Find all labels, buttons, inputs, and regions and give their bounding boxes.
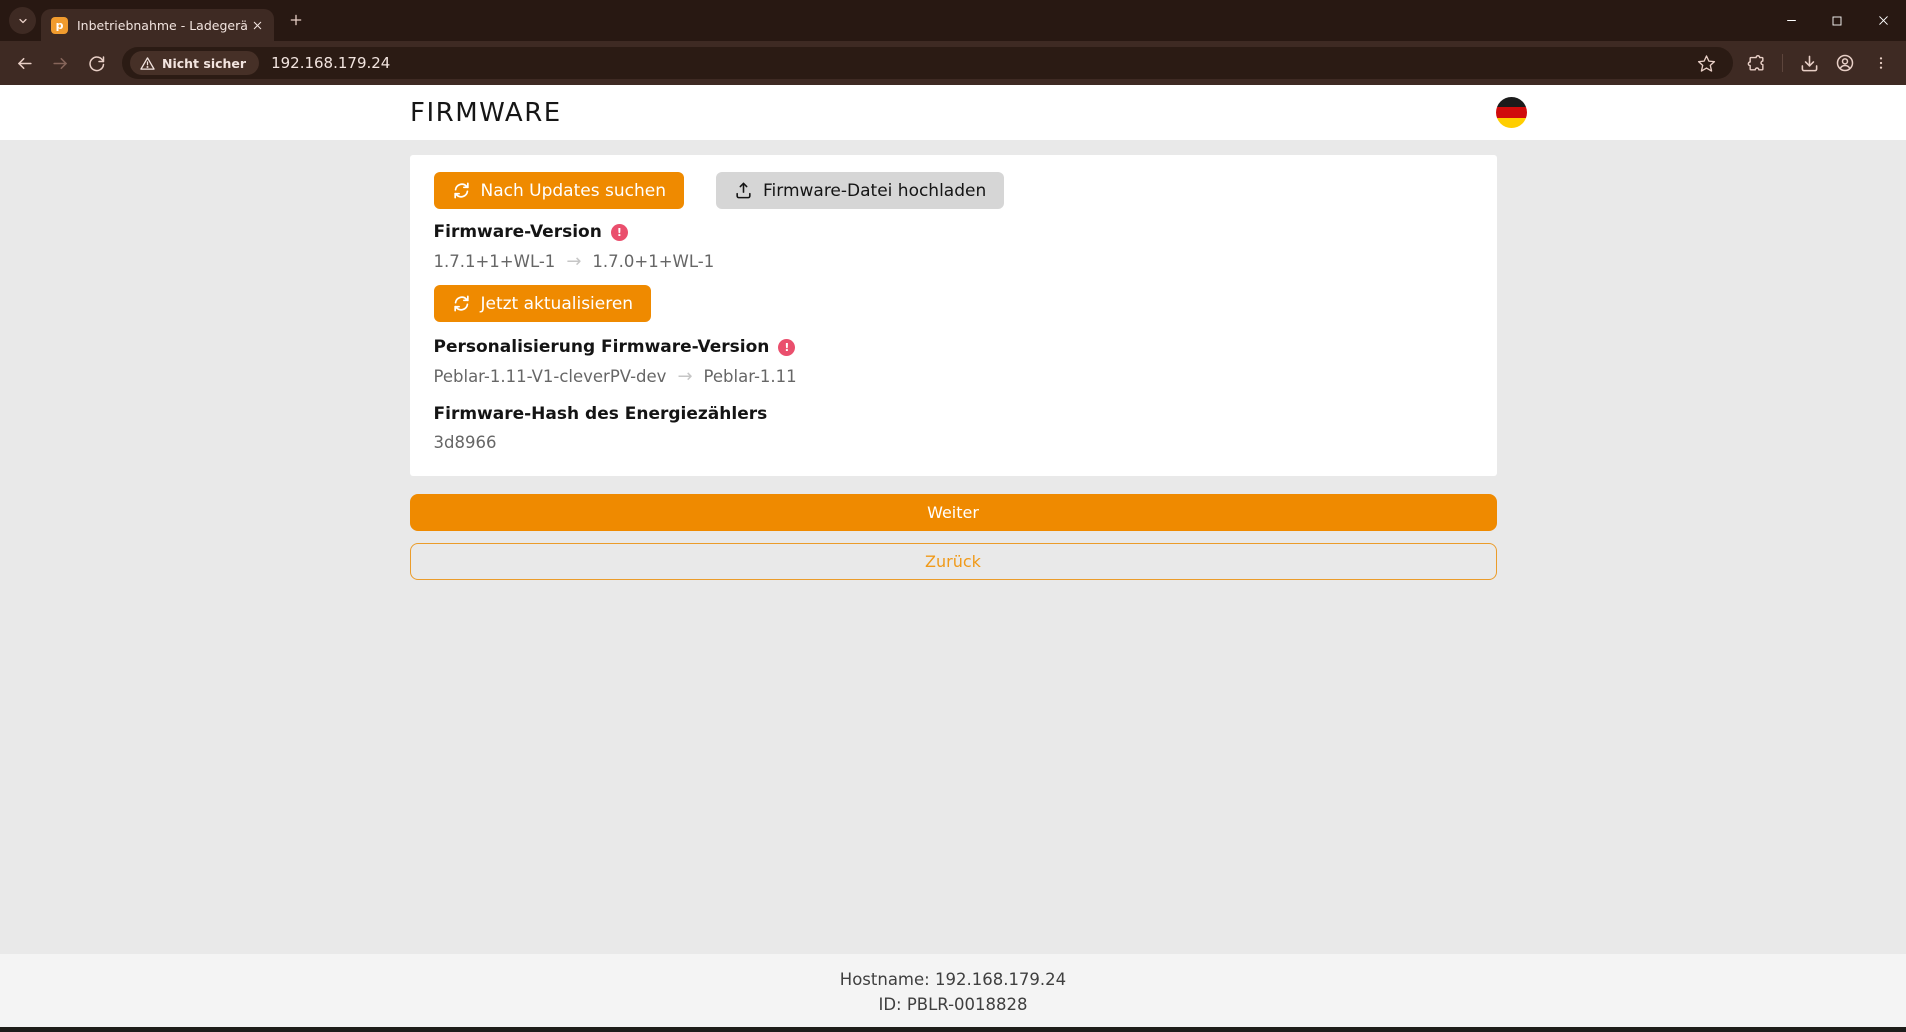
page-header: FIRMWARE xyxy=(0,85,1906,140)
flag-gold-band xyxy=(1496,118,1527,128)
chevron-down-icon xyxy=(17,15,29,27)
page: FIRMWARE Nach Updates suchen Firmware-Da… xyxy=(0,85,1906,1032)
back-button[interactable] xyxy=(8,47,40,79)
firmware-actions-row: Nach Updates suchen Firmware-Datei hochl… xyxy=(434,172,1473,209)
flag-red-band xyxy=(1496,107,1527,117)
back-step-button[interactable]: Zurück xyxy=(410,543,1497,580)
active-tab[interactable]: p Inbetriebnahme - Ladegerät xyxy=(41,9,274,41)
alert-badge-icon: ! xyxy=(778,339,795,356)
firmware-card: Nach Updates suchen Firmware-Datei hochl… xyxy=(410,155,1497,476)
bookmark-star-icon[interactable] xyxy=(1691,48,1721,78)
personalization-label-row: Personalisierung Firmware-Version ! xyxy=(434,337,1473,357)
tab-strip: p Inbetriebnahme - Ladegerät xyxy=(0,0,1906,41)
security-chip[interactable]: Nicht sicher xyxy=(130,51,259,75)
site-favicon-icon: p xyxy=(51,17,68,34)
flag-black-band xyxy=(1496,97,1527,107)
check-updates-label: Nach Updates suchen xyxy=(481,181,666,201)
window-controls xyxy=(1768,0,1906,41)
warning-triangle-icon xyxy=(140,56,155,71)
toolbar-divider xyxy=(1782,54,1783,72)
update-now-label: Jetzt aktualisieren xyxy=(481,294,634,314)
footer-hostname: Hostname: 192.168.179.24 xyxy=(0,967,1906,992)
update-now-button[interactable]: Jetzt aktualisieren xyxy=(434,285,652,322)
new-tab-button[interactable] xyxy=(283,7,309,33)
url-text[interactable]: 192.168.179.24 xyxy=(271,54,1691,72)
sync-arrows-icon xyxy=(452,294,471,313)
upload-firmware-button[interactable]: Firmware-Datei hochladen xyxy=(716,172,1004,209)
main-content: Nach Updates suchen Firmware-Datei hochl… xyxy=(410,140,1497,580)
menu-kebab-icon[interactable] xyxy=(1866,48,1896,78)
close-window-button[interactable] xyxy=(1860,0,1906,41)
firmware-version-target: 1.7.0+1+WL-1 xyxy=(592,252,714,271)
minimize-button[interactable] xyxy=(1768,0,1814,41)
address-bar[interactable]: Nicht sicher 192.168.179.24 xyxy=(122,47,1733,79)
firmware-version-current: 1.7.1+1+WL-1 xyxy=(434,252,556,271)
tab-title: Inbetriebnahme - Ladegerät xyxy=(77,18,248,33)
firmware-version-label-row: Firmware-Version ! xyxy=(434,222,1473,242)
page-footer: Hostname: 192.168.179.24 ID: PBLR-001882… xyxy=(0,954,1906,1027)
upload-firmware-label: Firmware-Datei hochladen xyxy=(763,181,986,201)
firmware-version-label: Firmware-Version xyxy=(434,222,602,242)
reload-button[interactable] xyxy=(80,47,112,79)
forward-button[interactable] xyxy=(44,47,76,79)
footer-device-id: ID: PBLR-0018828 xyxy=(0,992,1906,1017)
extensions-puzzle-icon[interactable] xyxy=(1741,48,1771,78)
security-label: Nicht sicher xyxy=(162,56,246,71)
browser-window: p Inbetriebnahme - Ladegerät xyxy=(0,0,1906,1032)
language-german-flag-icon[interactable] xyxy=(1496,97,1527,128)
toolbar-actions xyxy=(1741,48,1896,78)
page-title: FIRMWARE xyxy=(410,98,562,128)
bottom-edge-strip xyxy=(0,1027,1906,1032)
arrow-right-icon: → xyxy=(566,251,581,272)
upload-tray-icon xyxy=(734,181,753,200)
maximize-button[interactable] xyxy=(1814,0,1860,41)
update-now-row: Jetzt aktualisieren xyxy=(434,285,1473,322)
meter-hash-label: Firmware-Hash des Energiezählers xyxy=(434,404,768,424)
tab-search-button[interactable] xyxy=(9,7,36,34)
firmware-version-values: 1.7.1+1+WL-1 → 1.7.0+1+WL-1 xyxy=(434,251,1473,272)
personalization-values: Peblar-1.11-V1-cleverPV-dev → Peblar-1.1… xyxy=(434,366,1473,387)
personalization-current: Peblar-1.11-V1-cleverPV-dev xyxy=(434,367,667,386)
profile-icon[interactable] xyxy=(1830,48,1860,78)
personalization-label: Personalisierung Firmware-Version xyxy=(434,337,770,357)
browser-toolbar: Nicht sicher 192.168.179.24 xyxy=(0,41,1906,85)
meter-hash-label-row: Firmware-Hash des Energiezählers xyxy=(434,404,1473,424)
arrow-right-icon: → xyxy=(677,366,692,387)
personalization-target: Peblar-1.11 xyxy=(704,367,797,386)
meter-hash-value: 3d8966 xyxy=(434,433,1473,452)
tab-close-icon[interactable] xyxy=(248,16,266,34)
downloads-icon[interactable] xyxy=(1794,48,1824,78)
check-updates-button[interactable]: Nach Updates suchen xyxy=(434,172,684,209)
sync-arrows-icon xyxy=(452,181,471,200)
alert-badge-icon: ! xyxy=(611,224,628,241)
next-button[interactable]: Weiter xyxy=(410,494,1497,531)
